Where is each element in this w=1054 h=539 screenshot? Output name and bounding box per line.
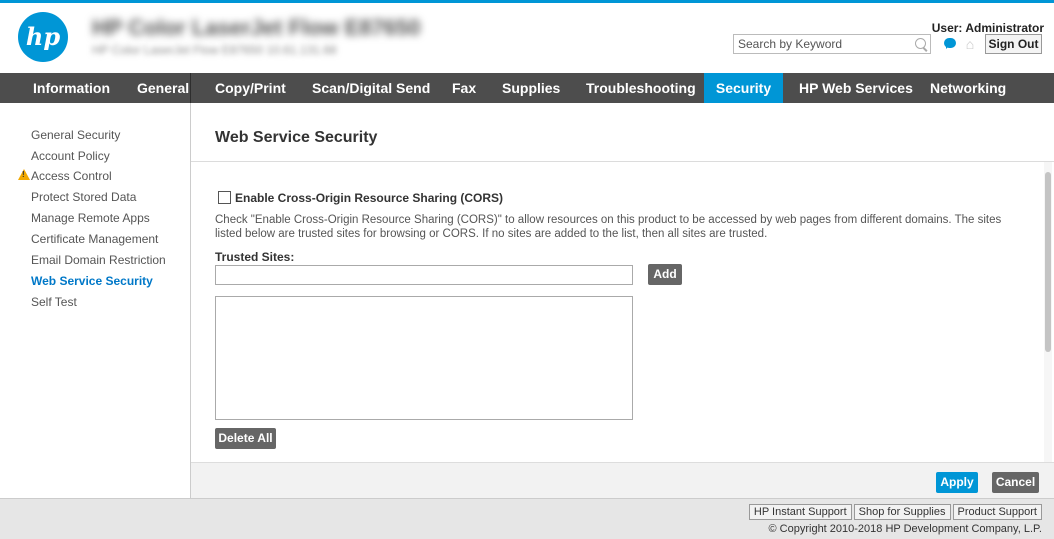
footer: HP Instant Support Shop for Supplies Produ… <box>0 498 1054 539</box>
nav-supplies[interactable]: Supplies <box>502 73 560 103</box>
warning-icon <box>18 169 30 180</box>
nav-troubleshooting[interactable]: Troubleshooting <box>586 73 696 103</box>
sidebar-item-self-test[interactable]: Self Test <box>31 295 77 309</box>
nav-networking[interactable]: Networking <box>930 73 1006 103</box>
sidebar: General Security Account Policy Access C… <box>0 103 191 498</box>
sidebar-item-email-domain-restriction[interactable]: Email Domain Restriction <box>31 253 166 267</box>
search-input[interactable] <box>733 34 931 54</box>
content-scrollbar[interactable] <box>1044 162 1052 462</box>
footer-link-hp-instant-support[interactable]: HP Instant Support <box>748 504 852 520</box>
sidebar-item-account-policy[interactable]: Account Policy <box>31 149 110 163</box>
copyright-text: © Copyright 2010-2018 HP Development Com… <box>768 523 1043 535</box>
home-icon[interactable]: ⌂ <box>962 36 978 52</box>
top-nav: Information General Copy/Print Scan/Digi… <box>0 73 1054 103</box>
trusted-sites-list[interactable] <box>215 296 633 420</box>
cors-checkbox-label[interactable]: Enable Cross-Origin Resource Sharing (CO… <box>235 191 503 205</box>
user-label: User: Administrator <box>931 21 1044 35</box>
nav-divider <box>190 73 191 103</box>
delete-all-button[interactable]: Delete All <box>215 428 276 449</box>
device-subtitle: HP Color LaserJet Flow E87650 10.61.131.… <box>92 43 337 57</box>
page-title: Web Service Security <box>215 129 378 146</box>
sidebar-item-web-service-security[interactable]: Web Service Security <box>31 274 153 288</box>
sidebar-item-general-security[interactable]: General Security <box>31 128 120 142</box>
cors-description: Check "Enable Cross-Origin Resource Shar… <box>215 214 1002 240</box>
footer-links: HP Instant Support Shop for Supplies Produ… <box>747 504 1042 520</box>
nav-security[interactable]: Security <box>704 73 783 103</box>
nav-information[interactable]: Information <box>33 73 110 103</box>
footer-link-shop-for-supplies[interactable]: Shop for Supplies <box>853 504 951 520</box>
chat-icon[interactable] <box>944 38 956 49</box>
sidebar-item-manage-remote-apps[interactable]: Manage Remote Apps <box>31 211 150 225</box>
trusted-sites-label: Trusted Sites: <box>215 250 295 264</box>
scrollbar-thumb[interactable] <box>1045 172 1051 352</box>
search-icon[interactable] <box>915 38 926 49</box>
cancel-button[interactable]: Cancel <box>992 472 1039 493</box>
nav-general[interactable]: General <box>137 73 189 103</box>
nav-copy-print[interactable]: Copy/Print <box>215 73 286 103</box>
nav-hp-web-services[interactable]: HP Web Services <box>799 73 913 103</box>
sidebar-item-certificate-management[interactable]: Certificate Management <box>31 232 158 246</box>
sidebar-item-protect-stored-data[interactable]: Protect Stored Data <box>31 190 136 204</box>
footer-link-product-support[interactable]: Product Support <box>952 504 1042 520</box>
add-button[interactable]: Add <box>648 264 682 285</box>
cors-checkbox[interactable] <box>218 191 231 204</box>
main-content: Enable Cross-Origin Resource Sharing (CO… <box>191 162 1054 462</box>
sidebar-item-access-control[interactable]: Access Control <box>31 169 112 183</box>
action-bar: Apply Cancel <box>191 462 1054 498</box>
nav-scan-digital-send[interactable]: Scan/Digital Send <box>312 73 430 103</box>
trusted-site-input[interactable] <box>215 265 633 285</box>
device-title: HP Color LaserJet Flow E87650 <box>92 15 421 40</box>
hp-logo[interactable]: hp <box>18 12 68 62</box>
nav-fax[interactable]: Fax <box>452 73 476 103</box>
sign-out-button[interactable]: Sign Out <box>985 34 1042 54</box>
apply-button[interactable]: Apply <box>936 472 978 493</box>
